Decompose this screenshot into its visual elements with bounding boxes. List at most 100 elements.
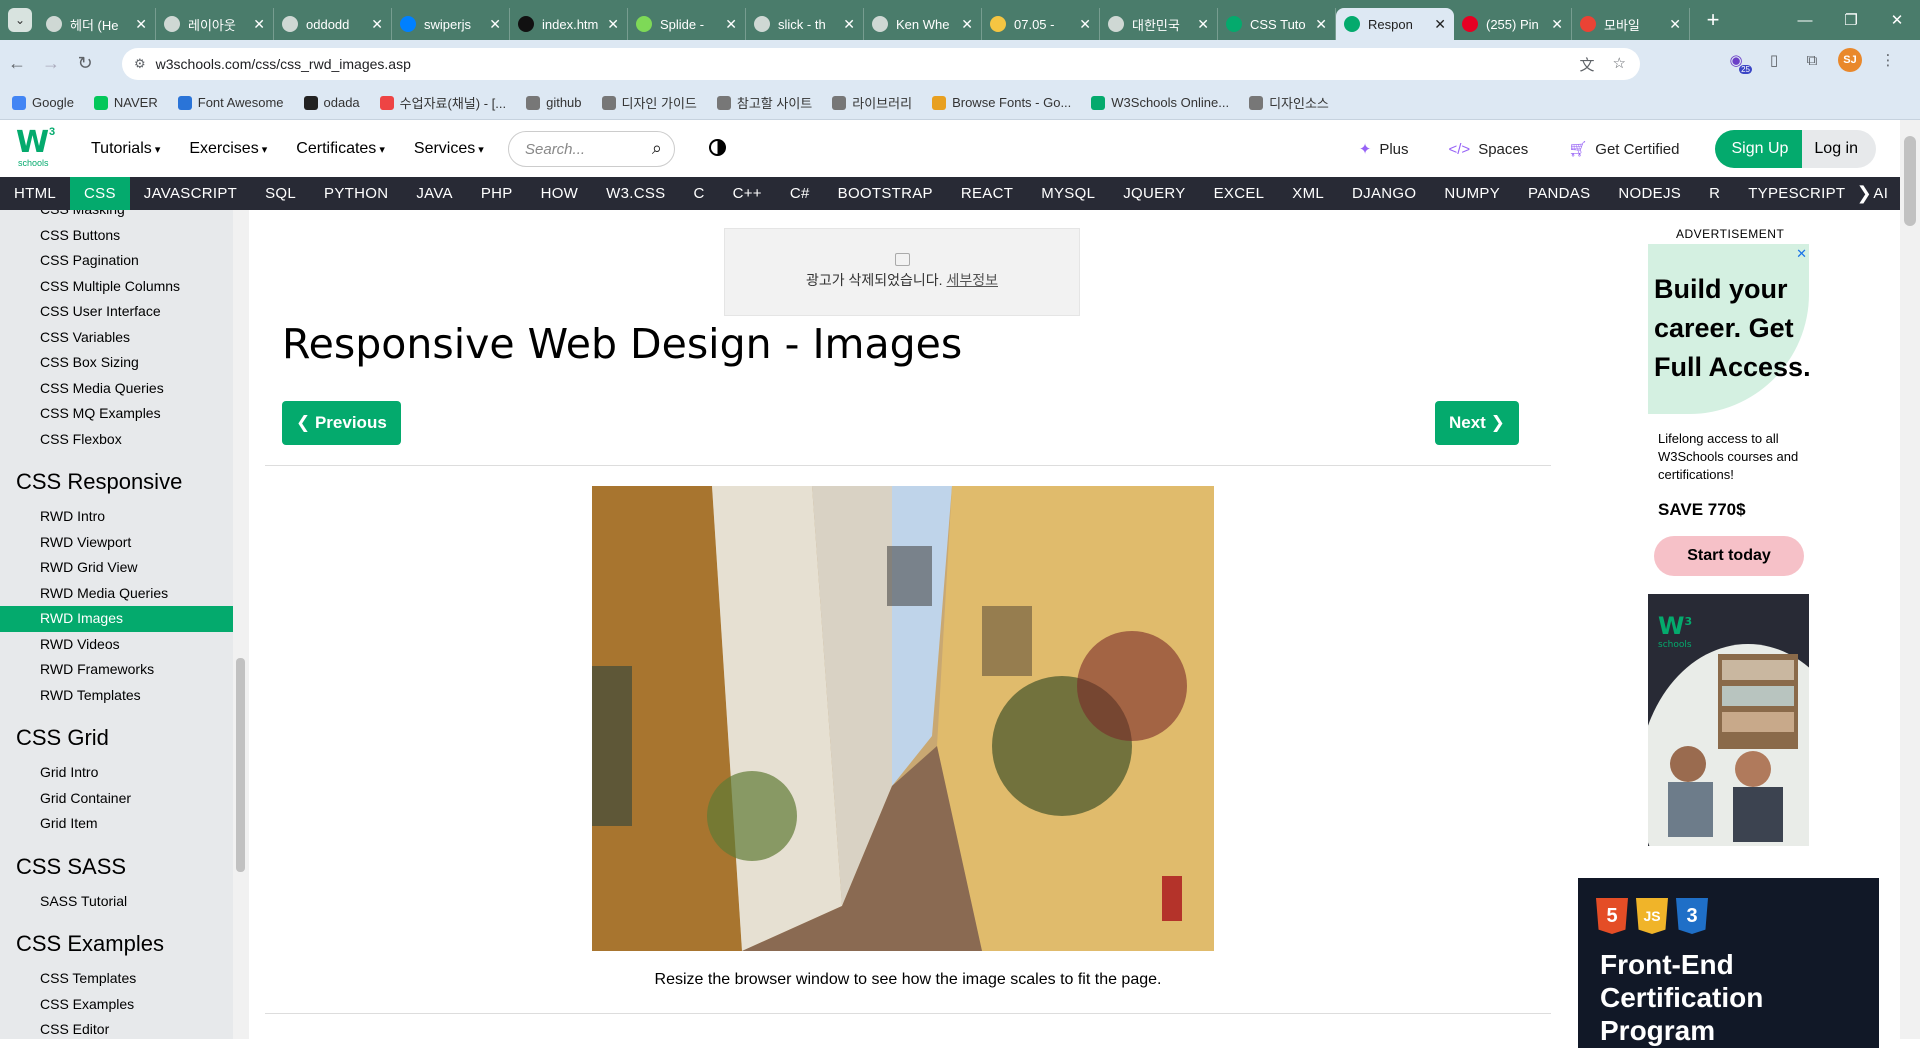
menu-exercises[interactable]: Exercises — [189, 140, 267, 158]
bookmark-star-icon[interactable]: ☆ — [1613, 54, 1626, 75]
translate-icon[interactable]: 文 — [1580, 54, 1595, 75]
sidebar-item[interactable]: RWD Images — [0, 606, 233, 632]
sidebar-item[interactable]: CSS Buttons — [0, 223, 233, 249]
sidebar-item[interactable]: RWD Grid View — [0, 555, 233, 581]
sidebar-item[interactable]: CSS Box Sizing — [0, 350, 233, 376]
bookmark-item[interactable]: 디자인소스 — [1249, 93, 1329, 112]
browser-tab[interactable]: 레이아웃 ✕ — [156, 8, 274, 40]
nav-w3-css[interactable]: W3.CSS — [592, 177, 679, 210]
chevron-right-icon[interactable]: ❯ — [1843, 177, 1886, 210]
tab-close-icon[interactable]: ✕ — [725, 16, 737, 33]
sidebar-item[interactable]: CSS Templates — [0, 966, 233, 992]
bookmark-item[interactable]: Browse Fonts - Go... — [932, 95, 1071, 110]
nav-c[interactable]: C — [679, 177, 718, 210]
browser-tab[interactable]: 헤더 (He ✕ — [38, 8, 156, 40]
nav-how-to[interactable]: HOW TO — [527, 177, 593, 235]
browser-tab[interactable]: 대한민국 ✕ — [1100, 8, 1218, 40]
browser-tab[interactable]: Respon ✕ — [1336, 8, 1454, 40]
dark-mode-toggle-icon[interactable] — [709, 139, 726, 156]
nav-react[interactable]: REACT — [947, 177, 1027, 210]
new-tab-button[interactable]: + — [1698, 7, 1728, 33]
back-icon[interactable]: ← — [0, 53, 34, 74]
tab-close-icon[interactable]: ✕ — [489, 16, 501, 33]
tab-close-icon[interactable]: ✕ — [1315, 16, 1327, 33]
browser-tab[interactable]: (255) Pin ✕ — [1454, 8, 1572, 40]
nav-python[interactable]: PYTHON — [310, 177, 402, 210]
search-input[interactable]: Search... ⌕ — [508, 131, 675, 167]
browser-tab[interactable]: 07.05 - ✕ — [982, 8, 1100, 40]
ad-details-link[interactable]: 세부정보 — [946, 272, 998, 288]
extension-icon[interactable]: ◉ 25 — [1724, 48, 1752, 74]
profile-avatar[interactable]: SJ — [1838, 48, 1862, 72]
nav-bootstrap[interactable]: BOOTSTRAP — [824, 177, 947, 210]
sidebar-item[interactable]: RWD Intro — [0, 504, 233, 530]
nav-c-[interactable]: C++ — [719, 177, 776, 210]
sidebar-item[interactable]: CSS Variables — [0, 325, 233, 351]
nav-r[interactable]: R — [1695, 177, 1734, 210]
nav-django[interactable]: DJANGO — [1338, 177, 1430, 210]
nav-numpy[interactable]: NUMPY — [1430, 177, 1514, 210]
nav-pandas[interactable]: PANDAS — [1514, 177, 1604, 210]
puzzle-icon[interactable]: ⧉ — [1800, 48, 1824, 72]
start-today-button[interactable]: Start today — [1654, 536, 1804, 576]
page-scrollbar[interactable] — [1900, 120, 1920, 1039]
minimize-icon[interactable]: — — [1782, 0, 1828, 40]
bookmark-item[interactable]: W3Schools Online... — [1091, 95, 1229, 110]
nav-html[interactable]: HTML — [0, 177, 70, 210]
tab-close-icon[interactable]: ✕ — [843, 16, 855, 33]
sidebar-item[interactable]: RWD Media Queries — [0, 581, 233, 607]
certification-ad[interactable]: 5 JS 3 Front-End Certification Program — [1578, 878, 1879, 1048]
bookmark-item[interactable]: Google — [12, 95, 74, 110]
tab-close-icon[interactable]: ✕ — [607, 16, 619, 33]
upgrade-ad[interactable]: ✕ Build your career. Get Full Access. Li… — [1648, 244, 1809, 846]
sidebar-item[interactable]: CSS Multiple Columns — [0, 274, 233, 300]
nav-mysql[interactable]: MYSQL — [1027, 177, 1109, 210]
restore-icon[interactable]: ❐ — [1828, 0, 1874, 40]
nav-jquery[interactable]: JQUERY — [1109, 177, 1199, 210]
sidebar-item[interactable]: CSS User Interface — [0, 299, 233, 325]
bookmark-item[interactable]: github — [526, 95, 582, 110]
plus-link[interactable]: ✦ Plus — [1359, 140, 1409, 159]
reading-list-icon[interactable]: ▯ — [1762, 48, 1786, 72]
nav-javascript[interactable]: JAVASCRIPT — [130, 177, 251, 210]
nav-java[interactable]: JAVA — [402, 177, 467, 210]
url-bar[interactable]: ⚙ w3schools.com/css/css_rwd_images.asp 文… — [122, 48, 1640, 80]
bookmark-item[interactable]: 라이브러리 — [832, 93, 912, 112]
bookmark-item[interactable]: 참고할 사이트 — [716, 93, 812, 112]
nav-xml[interactable]: XML — [1278, 177, 1338, 210]
menu-tutorials[interactable]: Tutorials — [91, 140, 160, 158]
nav-sql[interactable]: SQL — [251, 177, 310, 210]
sidebar-item[interactable]: CSS Editor — [0, 1017, 233, 1039]
browser-tab[interactable]: oddodd ✕ — [274, 8, 392, 40]
spaces-link[interactable]: </> Spaces — [1449, 141, 1529, 158]
sidebar-item[interactable]: Grid Intro — [0, 760, 233, 786]
tab-close-icon[interactable]: ✕ — [1079, 16, 1091, 33]
browser-tab[interactable]: 모바일 ✕ — [1572, 8, 1690, 40]
sidebar-scrollbar[interactable] — [233, 210, 249, 1039]
sidebar-item[interactable]: RWD Templates — [0, 683, 233, 709]
sign-up-button[interactable]: Sign Up — [1715, 130, 1803, 168]
site-info-icon[interactable]: ⚙ — [134, 56, 146, 72]
w3schools-logo[interactable]: W 3 schools — [16, 126, 58, 170]
page-scroll-thumb[interactable] — [1904, 136, 1916, 226]
bookmark-item[interactable]: 수업자료(채널) - [... — [379, 93, 506, 112]
sidebar-item[interactable]: RWD Viewport — [0, 530, 233, 556]
browser-tab[interactable]: Ken Whe ✕ — [864, 8, 982, 40]
nav-typescript[interactable]: TYPESCRIPT — [1734, 177, 1859, 210]
nav-css[interactable]: CSS — [70, 177, 130, 210]
tab-close-icon[interactable]: ✕ — [1551, 16, 1563, 33]
sidebar-item[interactable]: RWD Frameworks — [0, 657, 233, 683]
sidebar-item[interactable]: SASS Tutorial — [0, 889, 233, 915]
bookmark-item[interactable]: Font Awesome — [177, 95, 284, 110]
tab-close-icon[interactable]: ✕ — [135, 16, 147, 33]
tab-close-icon[interactable]: ✕ — [253, 16, 265, 33]
bookmark-item[interactable]: NAVER — [93, 95, 158, 110]
bookmark-item[interactable]: 디자인 가이드 — [601, 93, 697, 112]
browser-tab[interactable]: slick - th ✕ — [746, 8, 864, 40]
tab-close-icon[interactable]: ✕ — [371, 16, 383, 33]
sidebar-item[interactable]: CSS Examples — [0, 992, 233, 1018]
tab-close-icon[interactable]: ✕ — [1669, 16, 1681, 33]
tab-close-icon[interactable]: ✕ — [1434, 16, 1446, 33]
browser-tab[interactable]: swiperjs ✕ — [392, 8, 510, 40]
menu-services[interactable]: Services — [414, 140, 484, 158]
